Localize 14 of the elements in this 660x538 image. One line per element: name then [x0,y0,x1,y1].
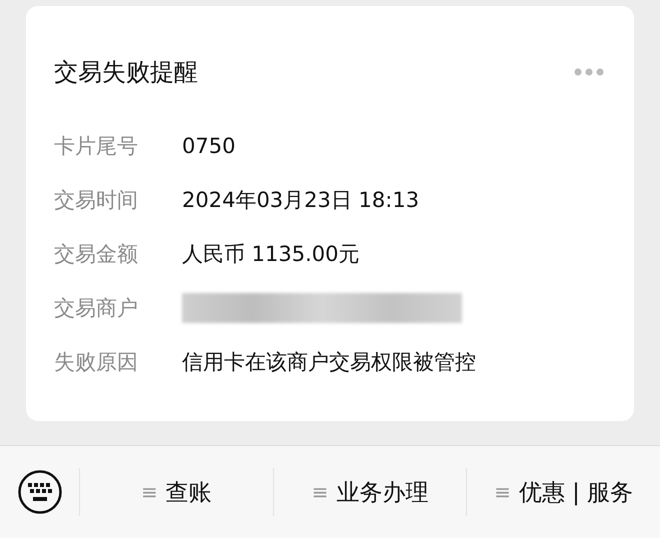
keyboard-icon[interactable] [16,469,62,516]
card-title: 交易失败提醒 [54,57,198,88]
field-label: 交易金额 [54,240,139,268]
field-value: 人民币 1135.00元 [182,240,360,268]
field-label: 交易商户 [54,294,139,322]
menu-button[interactable]: ≡ 查账 [79,468,273,516]
menu-button[interactable]: ≡ 业务办理 [272,468,466,516]
field-label: 卡片尾号 [54,132,139,160]
field-value: 2024年03月23日 18:13 [182,186,420,214]
field-label: 失败原因 [54,348,139,376]
field-value: 0750 [182,134,236,158]
field-label: 交易时间 [54,186,139,214]
field-value: 信用卡在该商户交易权限被管控 [182,348,476,376]
menu-button[interactable]: ≡ 优惠 | 服务 [466,468,660,516]
